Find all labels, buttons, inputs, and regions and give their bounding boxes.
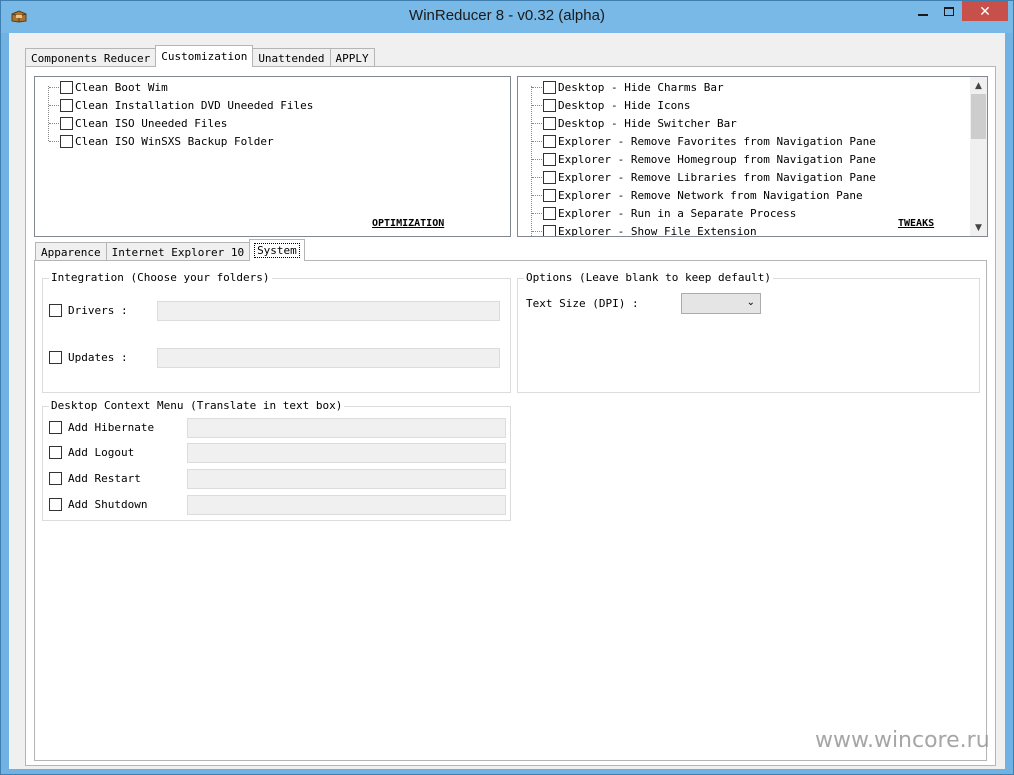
chevron-down-icon: ⌄ [746,297,755,308]
tweaks-caption: TWEAKS [898,218,935,229]
tab-apply[interactable]: APPLY [329,48,375,67]
list-item[interactable]: Clean ISO Uneeded Files [49,114,227,132]
restart-text-field[interactable] [187,469,506,489]
checkbox[interactable] [60,80,73,94]
list-item[interactable]: Desktop - Hide Switcher Bar [532,114,737,132]
drivers-label: Drivers : [68,304,128,317]
updates-folder-field[interactable] [157,348,500,368]
checkbox[interactable] [543,188,556,202]
optimization-caption: OPTIMIZATION [372,218,445,229]
checkbox[interactable] [543,224,556,236]
logout-checkbox[interactable] [49,446,62,459]
list-item[interactable]: Explorer - Remove Network from Navigatio… [532,186,863,204]
checkbox[interactable] [543,134,556,148]
tab-components-reducer[interactable]: Components Reducer [25,48,157,67]
checkbox[interactable] [543,116,556,130]
updates-label: Updates : [68,351,128,364]
restart-checkbox[interactable] [49,472,62,485]
context-menu-group: Desktop Context Menu (Translate in text … [42,399,511,521]
checkbox[interactable] [60,116,73,130]
close-button[interactable]: ✕ [962,1,1008,21]
list-item[interactable]: Explorer - Remove Favorites from Navigat… [532,132,876,150]
checkbox[interactable] [543,152,556,166]
close-icon: ✕ [979,2,991,19]
scroll-up-icon[interactable]: ▲ [970,77,987,94]
list-item[interactable]: Explorer - Remove Homegroup from Navigat… [532,150,876,168]
checkbox[interactable] [60,98,73,112]
checkbox[interactable] [543,98,556,112]
logout-text-field[interactable] [187,443,506,463]
list-item[interactable]: Explorer - Show File Extension [532,222,757,236]
list-item[interactable]: Desktop - Hide Charms Bar [532,78,724,96]
tab-internet-explorer[interactable]: Internet Explorer 10 [105,242,251,261]
sub-tabbar: Apparence Internet Explorer 10 System [35,239,305,261]
hibernate-text-field[interactable] [187,418,506,438]
drivers-checkbox[interactable] [49,304,62,317]
text-size-row: Text Size (DPI) : [526,296,639,311]
drivers-folder-field[interactable] [157,301,500,321]
drivers-row: Drivers : [49,303,128,318]
list-item[interactable]: Desktop - Hide Icons [532,96,690,114]
hibernate-row: Add Hibernate [49,420,154,435]
shutdown-text-field[interactable] [187,495,506,515]
shutdown-label: Add Shutdown [68,498,148,511]
shutdown-checkbox[interactable] [49,498,62,511]
list-item[interactable]: Explorer - Remove Libraries from Navigat… [532,168,876,186]
integration-title: Integration (Choose your folders) [49,271,272,284]
integration-group: Integration (Choose your folders) Driver… [42,271,511,393]
minimize-icon [918,14,928,16]
client-area: Components Reducer Customization Unatten… [9,33,1005,769]
list-item[interactable]: Clean Boot Wim [49,78,168,96]
checkbox[interactable] [60,134,73,148]
tab-system[interactable]: System [249,239,305,261]
tab-apparence[interactable]: Apparence [35,242,107,261]
minimize-button[interactable] [911,1,935,21]
main-tabbar: Components Reducer Customization Unatten… [25,45,375,67]
scroll-down-icon[interactable]: ▼ [970,219,987,236]
list-item[interactable]: Clean Installation DVD Uneeded Files [49,96,313,114]
maximize-icon [944,6,954,16]
checkbox[interactable] [543,80,556,94]
hibernate-checkbox[interactable] [49,421,62,434]
system-page: Integration (Choose your folders) Driver… [34,260,987,761]
tab-unattended[interactable]: Unattended [252,48,331,67]
restart-label: Add Restart [68,472,141,485]
logout-label: Add Logout [68,446,135,459]
options-title: Options (Leave blank to keep default) [524,271,774,284]
scroll-thumb[interactable] [971,94,986,139]
updates-checkbox[interactable] [49,351,62,364]
scrollbar[interactable]: ▲ ▼ [970,77,987,236]
checkbox[interactable] [543,206,556,220]
updates-row: Updates : [49,350,128,365]
options-group: Options (Leave blank to keep default) Te… [517,271,980,393]
context-menu-title: Desktop Context Menu (Translate in text … [49,399,345,412]
watermark: www.wincore.ru [815,728,990,753]
list-item[interactable]: Explorer - Run in a Separate Process [532,204,796,222]
hibernate-label: Add Hibernate [68,421,155,434]
title-bar[interactable]: WinReducer 8 - v0.32 (alpha) ✕ [1,1,1013,33]
optimization-tree[interactable]: Clean Boot Wim Clean Installation DVD Un… [34,76,511,237]
restart-row: Add Restart [49,471,141,486]
shutdown-row: Add Shutdown [49,497,147,512]
tab-customization[interactable]: Customization [155,45,254,67]
logout-row: Add Logout [49,445,134,460]
maximize-button[interactable] [937,1,961,21]
text-size-label: Text Size (DPI) : [526,297,639,310]
checkbox[interactable] [543,170,556,184]
window-title: WinReducer 8 - v0.32 (alpha) [409,7,605,24]
app-window: WinReducer 8 - v0.32 (alpha) ✕ Component… [0,0,1014,775]
text-size-select[interactable]: ⌄ [681,293,761,314]
customization-page: Clean Boot Wim Clean Installation DVD Un… [25,66,996,766]
tweaks-tree[interactable]: Desktop - Hide Charms Bar Desktop - Hide… [517,76,988,237]
list-item[interactable]: Clean ISO WinSXS Backup Folder [49,132,274,150]
